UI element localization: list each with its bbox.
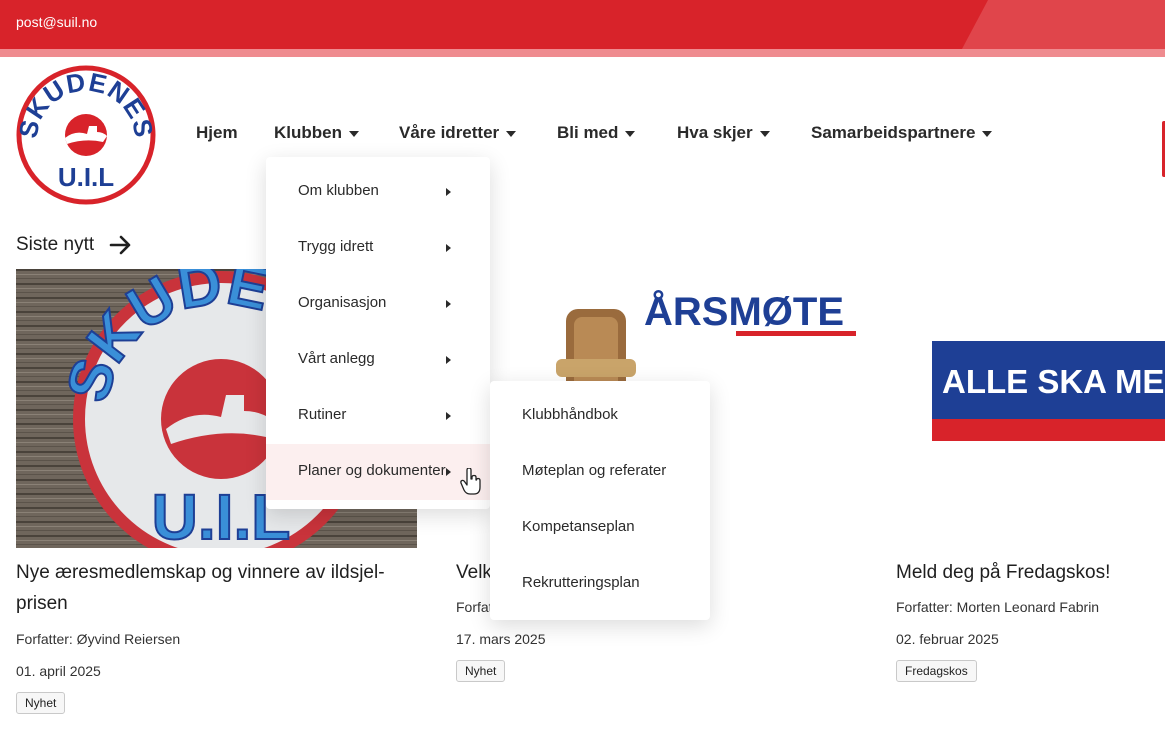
svg-text:ALLE SKA ME: ALLE SKA ME: [942, 363, 1164, 400]
nav-item-vare-idretter[interactable]: Våre idretter: [399, 123, 517, 143]
news-title-1[interactable]: Nye æresmedlemskap og vinnere av ildsjel…: [16, 557, 385, 619]
menu-item-label: Trygg idrett: [298, 238, 374, 255]
news-author-1: Forfatter: Øyvind Reiersen: [16, 631, 181, 647]
nav-label: Samarbeidspartnere: [811, 123, 976, 142]
news-title-2[interactable]: Velk: [456, 557, 492, 588]
news-date-3: 02. februar 2025: [896, 631, 999, 647]
caret-right-icon: [446, 356, 451, 364]
top-bar: post@suil.no: [0, 0, 1165, 49]
menu-item-label: Vårt anlegg: [298, 350, 375, 367]
caret-right-icon: [446, 188, 451, 196]
arrow-right-icon[interactable]: [109, 235, 133, 255]
menu-item-trygg-idrett[interactable]: Trygg idrett: [266, 220, 490, 276]
caret-right-icon: [446, 244, 451, 252]
nav-label: Våre idretter: [399, 123, 500, 142]
caret-down-icon: [759, 130, 770, 137]
caret-down-icon: [982, 130, 993, 137]
menu-item-label: Rekrutteringsplan: [522, 574, 640, 591]
nav-item-samarbeidspartnere[interactable]: Samarbeidspartnere: [811, 123, 993, 143]
news-image-3[interactable]: ALLE SKA ME: [896, 269, 1165, 548]
menu-item-label: Kompetanseplan: [522, 518, 635, 535]
menu-item-label: Planer og dokumenter: [298, 462, 446, 479]
nav-item-klubben[interactable]: Klubben: [274, 123, 359, 143]
hand-pointer-icon: [460, 468, 481, 495]
news-tag-2[interactable]: Nyhet: [456, 660, 506, 682]
club-logo[interactable]: SKUDENES U.I.L: [15, 64, 157, 206]
news-title-3[interactable]: Meld deg på Fredagskos!: [896, 557, 1110, 588]
svg-text:U.I.L: U.I.L: [58, 162, 114, 192]
top-band: [0, 49, 1165, 57]
menu-item-klubbhandbok[interactable]: Klubbhåndbok: [490, 388, 710, 444]
menu-item-vart-anlegg[interactable]: Vårt anlegg: [266, 332, 490, 388]
nav-label: Hva skjer: [677, 123, 753, 142]
menu-item-moteplan[interactable]: Møteplan og referater: [490, 444, 710, 500]
news-title-line: Nye æresmedlemskap og vinnere av ildsjel…: [16, 562, 385, 583]
menu-item-label: Rutiner: [298, 406, 347, 423]
caret-down-icon: [506, 130, 517, 137]
menu-item-label: Organisasjon: [298, 294, 387, 311]
nav-label: Hjem: [196, 123, 238, 142]
planer-submenu: Klubbhåndbok Møteplan og referater Kompe…: [490, 381, 710, 620]
menu-item-label: Klubbhåndbok: [522, 406, 618, 423]
nav-item-bli-med[interactable]: Bli med: [557, 123, 636, 143]
news-heading-link[interactable]: Siste nytt: [16, 234, 94, 256]
nav-label: Klubben: [274, 123, 342, 142]
klubben-dropdown: Om klubben Trygg idrett Organisasjon Vår…: [266, 157, 490, 509]
news-tag-1[interactable]: Nyhet: [16, 692, 66, 714]
nav-item-hjem[interactable]: Hjem: [196, 123, 238, 143]
site-header: SKUDENES U.I.L Hjem Klubben Våre idrette…: [0, 57, 1165, 213]
news-tag-3[interactable]: Fredagskos: [896, 660, 977, 682]
menu-item-rekrutteringsplan[interactable]: Rekrutteringsplan: [490, 556, 710, 612]
menu-item-label: Møteplan og referater: [522, 462, 667, 479]
menu-item-kompetanseplan[interactable]: Kompetanseplan: [490, 500, 710, 556]
menu-item-rutiner[interactable]: Rutiner: [266, 388, 490, 444]
svg-text:ÅRSMØTE: ÅRSMØTE: [644, 289, 844, 334]
news-author-2: Forfat: [456, 599, 493, 615]
menu-item-organisasjon[interactable]: Organisasjon: [266, 276, 490, 332]
caret-right-icon: [446, 468, 451, 476]
news-author-3: Forfatter: Morten Leonard Fabrin: [896, 599, 1100, 615]
news-title-line: Velk: [456, 562, 492, 583]
contact-email-link[interactable]: post@suil.no: [16, 14, 97, 30]
menu-item-planer-og-dokumenter[interactable]: Planer og dokumenter: [266, 444, 490, 500]
caret-down-icon: [349, 130, 359, 137]
news-date-1: 01. april 2025: [16, 663, 101, 679]
caret-right-icon: [446, 412, 451, 420]
news-title-line: prisen: [16, 593, 68, 614]
nav-item-hva-skjer[interactable]: Hva skjer: [677, 123, 770, 143]
top-bar-decoration: [961, 0, 1165, 49]
news-date-2: 17. mars 2025: [456, 631, 546, 647]
news-title-line: Meld deg på Fredagskos!: [896, 562, 1111, 583]
menu-item-om-klubben[interactable]: Om klubben: [266, 164, 490, 220]
caret-down-icon: [625, 130, 636, 137]
nav-label: Bli med: [557, 123, 619, 142]
menu-item-label: Om klubben: [298, 182, 379, 199]
caret-right-icon: [446, 300, 451, 308]
